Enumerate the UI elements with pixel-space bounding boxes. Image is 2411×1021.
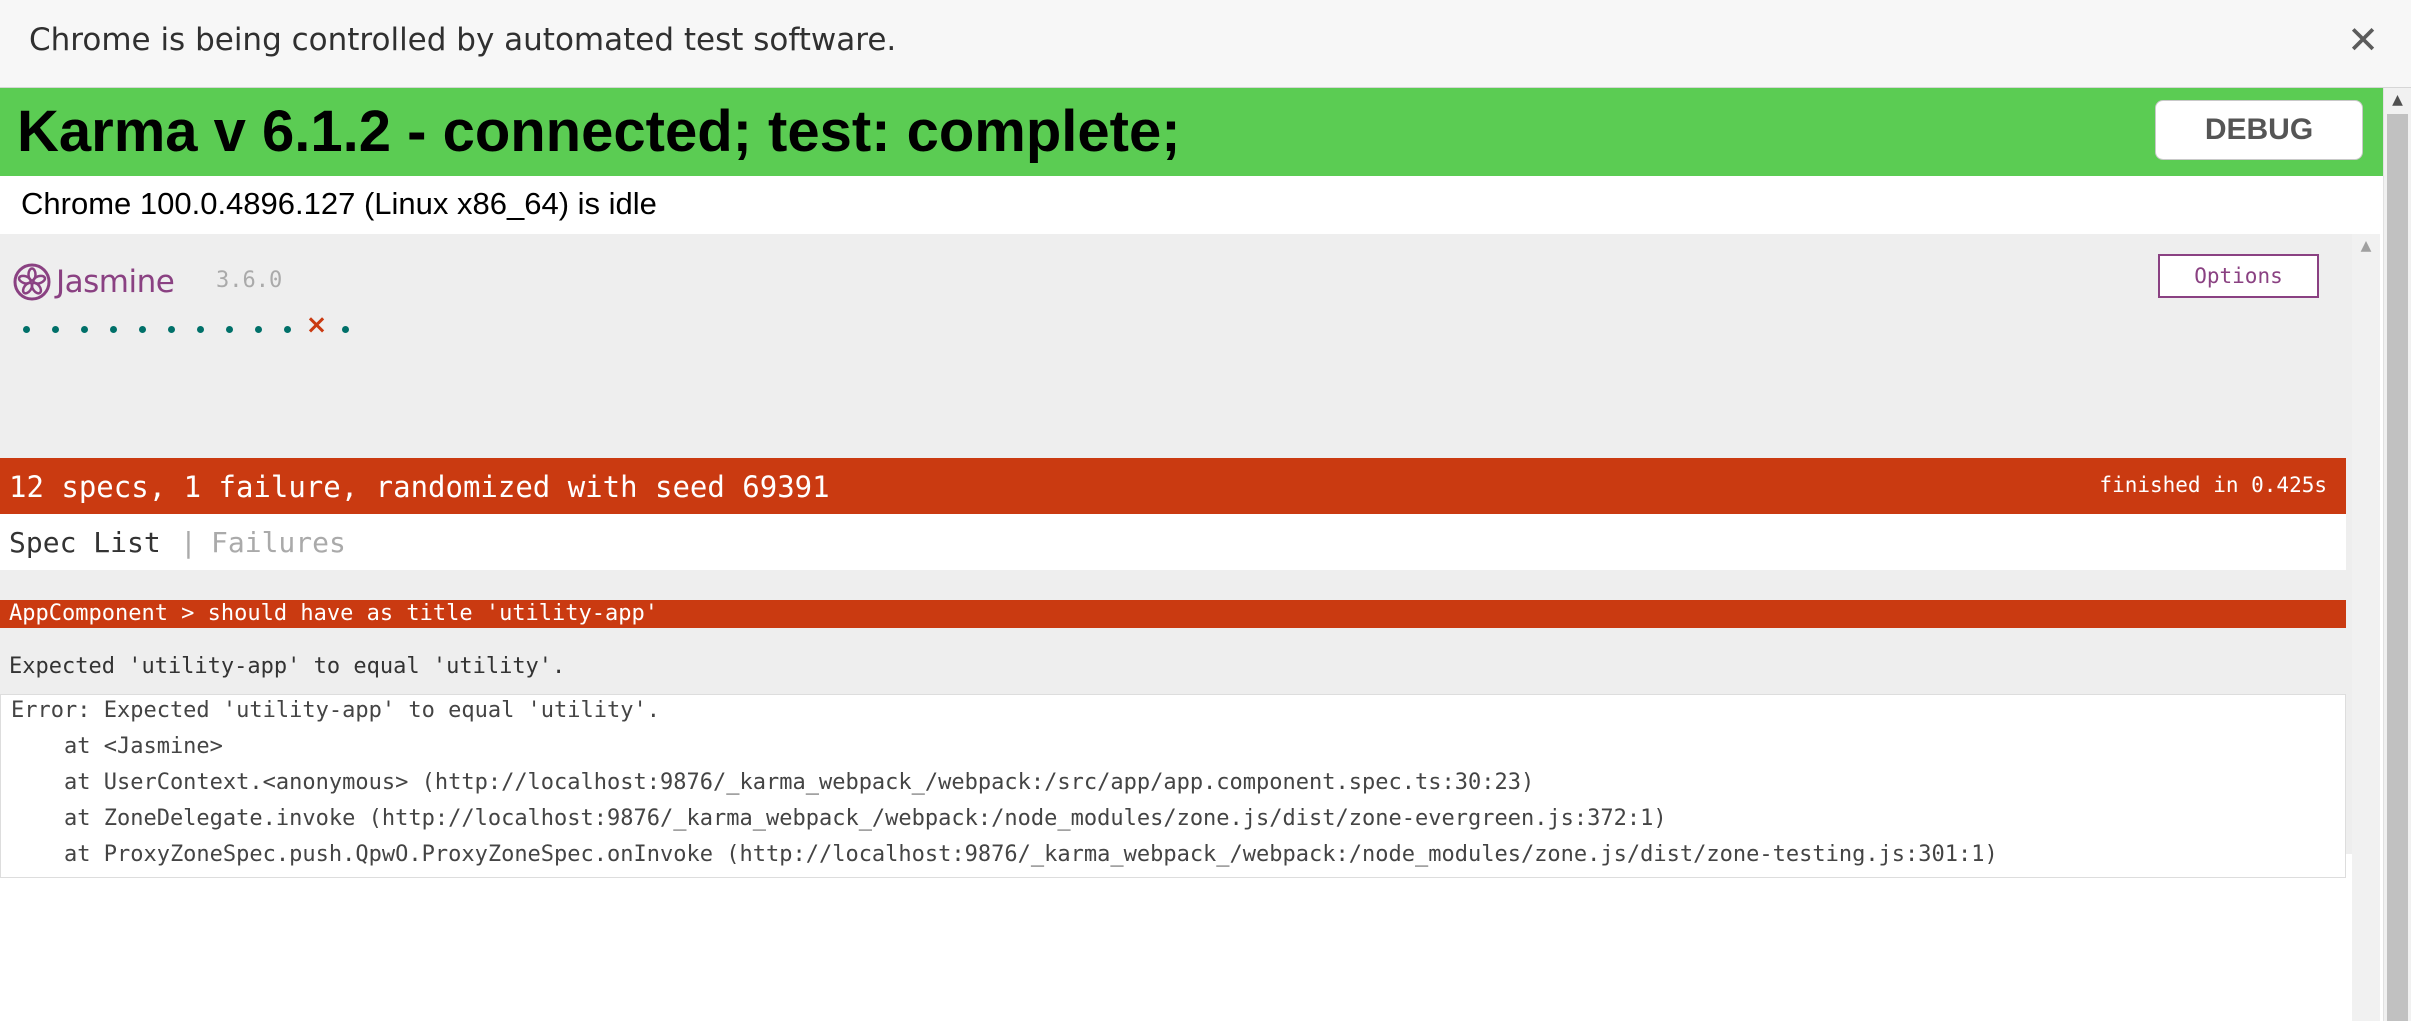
failure-message: Expected 'utility-app' to equal 'utility…: [9, 654, 566, 679]
stack-line: at UserContext.<anonymous> (http://local…: [11, 770, 1535, 795]
passed-spec-symbol[interactable]: [99, 312, 128, 338]
browser-status: Chrome 100.0.4896.127 (Linux x86_64) is …: [21, 186, 657, 221]
spec-result-symbols: ×: [12, 312, 360, 338]
jasmine-version: 3.6.0: [216, 268, 283, 293]
pass-dot: [139, 326, 146, 333]
close-icon[interactable]: ✕: [2343, 18, 2383, 62]
pass-dot: [342, 326, 349, 333]
jasmine-logo-text: Jasmine: [56, 264, 175, 300]
jasmine-reporter: Jasmine 3.6.0 Options × 12 specs, 1 fail…: [0, 234, 2352, 878]
stack-line: Error: Expected 'utility-app' to equal '…: [11, 698, 661, 723]
jasmine-flower-icon: [13, 263, 51, 301]
passed-spec-symbol[interactable]: [273, 312, 302, 338]
stack-trace: Error: Expected 'utility-app' to equal '…: [0, 694, 2346, 878]
scroll-up-arrow-icon[interactable]: ▲: [2352, 234, 2380, 258]
test-summary-bar: 12 specs, 1 failure, randomized with see…: [0, 458, 2346, 514]
stack-line: at ZoneDelegate.invoke (http://localhost…: [11, 806, 1667, 831]
pass-dot: [284, 326, 291, 333]
pass-dot: [197, 326, 204, 333]
passed-spec-symbol[interactable]: [128, 312, 157, 338]
page-scrollbar[interactable]: ▲: [2383, 88, 2411, 1021]
passed-spec-symbol[interactable]: [186, 312, 215, 338]
failed-spec-symbol[interactable]: ×: [302, 312, 331, 338]
karma-status-title: Karma v 6.1.2 - connected; test: complet…: [17, 99, 1181, 164]
stack-line: at <Jasmine>: [11, 734, 223, 759]
passed-spec-symbol[interactable]: [157, 312, 186, 338]
results-menu: Spec List | Failures: [0, 514, 2346, 570]
failed-spec-title-link[interactable]: AppComponent > should have as title 'uti…: [9, 601, 658, 626]
passed-spec-symbol[interactable]: [244, 312, 273, 338]
failed-spec-header: AppComponent > should have as title 'uti…: [0, 600, 2346, 628]
passed-spec-symbol[interactable]: [12, 312, 41, 338]
menu-separator: |: [180, 526, 197, 559]
pass-dot: [255, 326, 262, 333]
failures-link[interactable]: Failures: [211, 526, 346, 559]
test-duration: finished in 0.425s: [2099, 473, 2327, 497]
pass-dot: [52, 326, 59, 333]
pass-dot: [81, 326, 88, 333]
scroll-up-arrow-icon[interactable]: ▲: [2384, 88, 2411, 112]
pass-dot: [23, 326, 30, 333]
pass-dot: [110, 326, 117, 333]
stack-line: at ProxyZoneSpec.push.QpwO.ProxyZoneSpec…: [11, 842, 1998, 867]
automation-message: Chrome is being controlled by automated …: [29, 22, 897, 58]
reporter-scrollbar[interactable]: ▲: [2352, 234, 2380, 1021]
debug-button[interactable]: DEBUG: [2155, 100, 2363, 160]
automation-infobar: Chrome is being controlled by automated …: [0, 0, 2411, 88]
passed-spec-symbol[interactable]: [331, 312, 360, 338]
passed-spec-symbol[interactable]: [215, 312, 244, 338]
page-viewport: Karma v 6.1.2 - connected; test: complet…: [0, 88, 2411, 1021]
passed-spec-symbol[interactable]: [70, 312, 99, 338]
pass-dot: [168, 326, 175, 333]
jasmine-logo[interactable]: Jasmine: [12, 260, 175, 304]
page-scroll-thumb[interactable]: [2387, 114, 2408, 1021]
spec-list-link[interactable]: Spec List: [9, 526, 161, 559]
karma-banner: Karma v 6.1.2 - connected; test: complet…: [0, 88, 2383, 176]
options-button[interactable]: Options: [2158, 254, 2319, 298]
passed-spec-symbol[interactable]: [41, 312, 70, 338]
test-summary: 12 specs, 1 failure, randomized with see…: [9, 470, 830, 504]
pass-dot: [226, 326, 233, 333]
